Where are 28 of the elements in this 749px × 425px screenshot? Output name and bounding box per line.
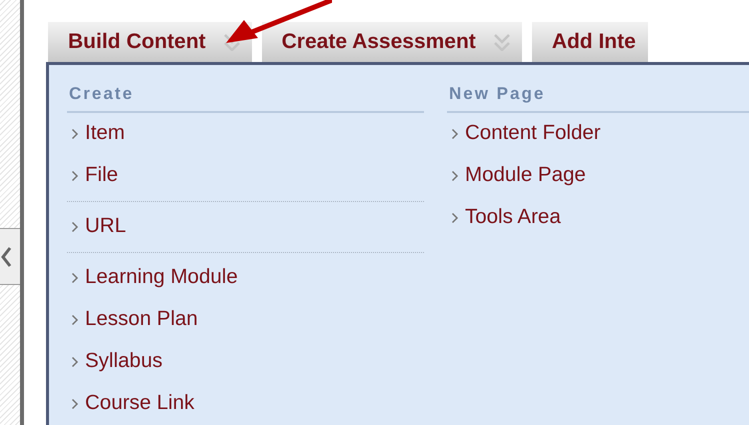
menu-tab[interactable]: Create Assessment bbox=[262, 22, 522, 62]
chevron-right-icon bbox=[451, 128, 459, 140]
menu-item[interactable]: Content Folder bbox=[447, 112, 749, 154]
menu-item[interactable]: Syllabus bbox=[67, 340, 424, 382]
collapse-handle[interactable] bbox=[0, 228, 20, 285]
chevron-right-icon bbox=[451, 170, 459, 182]
menu-item[interactable]: URL bbox=[67, 206, 424, 248]
chevron-left-icon bbox=[0, 246, 12, 268]
chevron-right-icon bbox=[71, 272, 79, 284]
menu-item[interactable]: Learning Module bbox=[67, 256, 424, 298]
chevron-down-icon bbox=[494, 34, 510, 50]
menu-item[interactable]: Lesson Plan bbox=[67, 298, 424, 340]
menu-item[interactable]: Tools Area bbox=[447, 196, 749, 238]
chevron-right-icon bbox=[71, 314, 79, 326]
chevron-right-icon bbox=[71, 128, 79, 140]
menu-tab[interactable]: Build Content bbox=[48, 22, 252, 62]
chevron-right-icon bbox=[71, 398, 79, 410]
chevron-right-icon bbox=[71, 220, 79, 232]
menu-item[interactable]: Module Page bbox=[447, 154, 749, 196]
menu-item[interactable]: Item bbox=[67, 112, 424, 154]
chevron-right-icon bbox=[451, 212, 459, 224]
section-heading: Create bbox=[67, 79, 424, 112]
section-heading: New Page bbox=[447, 79, 749, 112]
menu-item[interactable]: Course Link bbox=[67, 382, 424, 424]
chevron-right-icon bbox=[71, 356, 79, 368]
menu-tab[interactable]: Add Inte bbox=[532, 22, 648, 62]
menu-item[interactable]: File bbox=[67, 154, 424, 196]
chevron-right-icon bbox=[71, 170, 79, 182]
